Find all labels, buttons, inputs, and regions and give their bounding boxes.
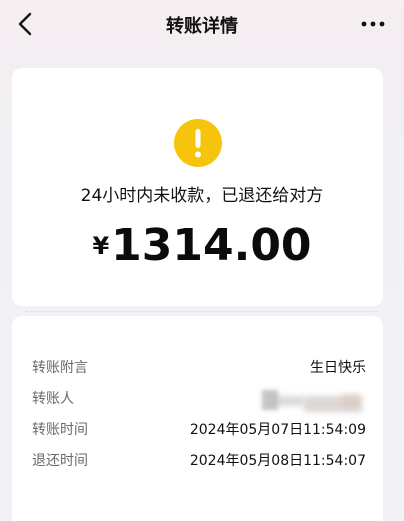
detail-value: 2024年05月08日11:54:07: [189, 453, 366, 469]
dotted-divider: [26, 311, 378, 312]
navigation-bar: 转账详情: [0, 0, 404, 50]
detail-label: 转账附言: [32, 360, 88, 376]
detail-value: 2024年05月07日11:54:09: [189, 422, 366, 438]
transfer-amount: ¥1314.00: [0, 220, 404, 271]
amount-value: 1314.00: [111, 220, 312, 271]
more-button[interactable]: [360, 14, 386, 34]
detail-row-note: 转账附言 生日快乐: [32, 356, 366, 378]
detail-label: 转账时间: [32, 422, 88, 438]
detail-label: 转账人: [32, 391, 74, 407]
detail-value: 生日快乐: [310, 360, 366, 376]
page-title: 转账详情: [166, 16, 238, 37]
currency-symbol: ¥: [92, 232, 110, 260]
status-message: 24小时内未收款，已退还给对方: [80, 186, 324, 206]
detail-row-transfer-time: 转账时间 2024年05月07日11:54:09: [32, 418, 366, 440]
sender-name-redacted: [262, 388, 362, 412]
warning-icon: [174, 119, 222, 167]
more-horizontal-icon: [361, 21, 385, 27]
detail-label: 退还时间: [32, 453, 88, 469]
detail-row-refund-time: 退还时间 2024年05月08日11:54:07: [32, 449, 366, 471]
